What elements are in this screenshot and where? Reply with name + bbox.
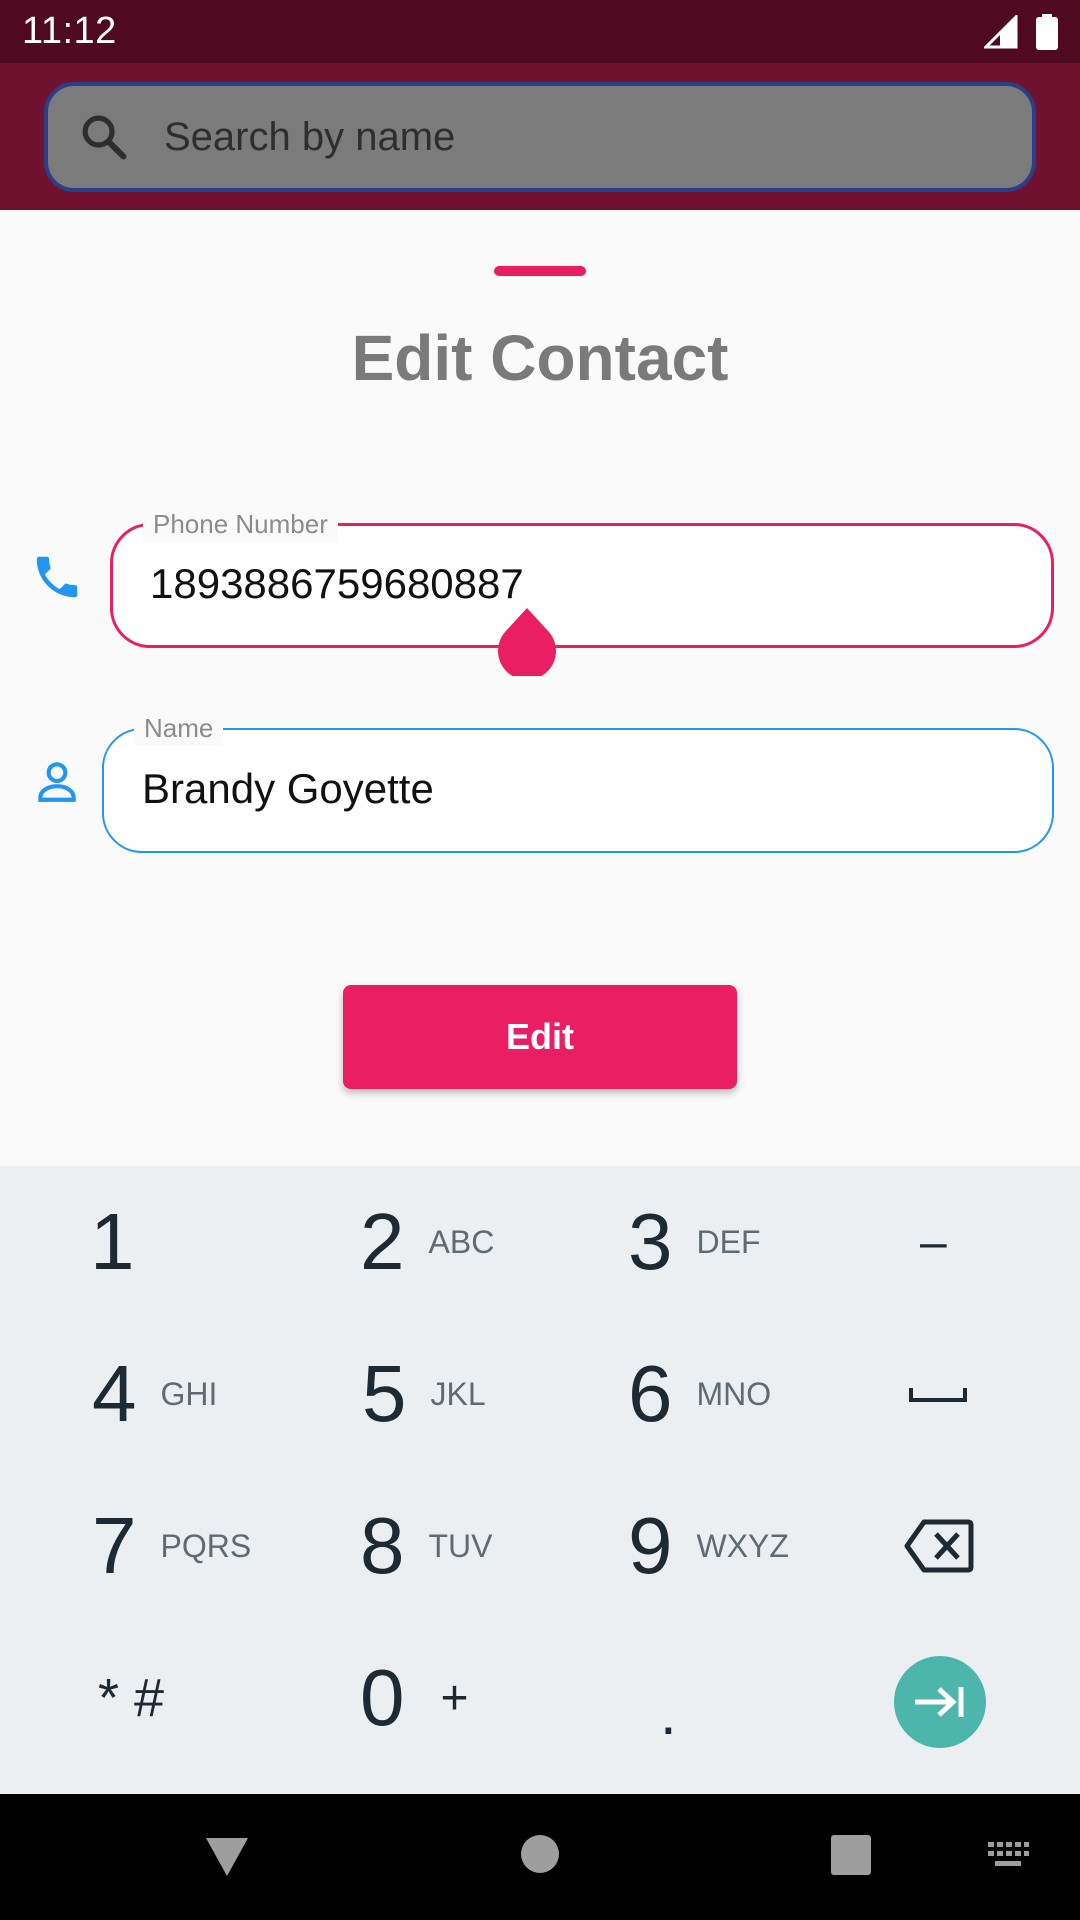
key-dash[interactable]: – — [920, 1166, 1040, 1318]
name-label: Name — [134, 710, 224, 746]
key-0[interactable]: 0 + — [360, 1622, 630, 1774]
key-2[interactable]: 2 ABC — [360, 1166, 630, 1318]
key-star-hash[interactable]: * # — [98, 1622, 368, 1774]
key-7[interactable]: 7 PQRS — [92, 1470, 362, 1622]
key-letters: DEF — [696, 1223, 761, 1260]
key-digit: 1 — [90, 1197, 135, 1286]
key-letters: TUV — [428, 1527, 493, 1564]
key-digit: 4 — [92, 1349, 137, 1438]
key-letters: MNO — [696, 1375, 772, 1412]
key-symbol: * # — [98, 1668, 165, 1728]
key-dot[interactable]: . — [660, 1622, 780, 1774]
space-icon — [909, 1388, 967, 1402]
key-digit: 9 — [628, 1501, 673, 1590]
key-9[interactable]: 9 WXYZ — [628, 1470, 898, 1622]
key-digit: 5 — [362, 1349, 407, 1438]
next-field-icon — [915, 1687, 964, 1717]
key-digit: 2 — [360, 1197, 405, 1286]
navigation-bar — [0, 1794, 1080, 1920]
key-5[interactable]: 5 JKL — [362, 1318, 632, 1470]
key-1[interactable]: 1 — [90, 1166, 360, 1318]
keyboard-switch-icon[interactable] — [986, 1840, 1030, 1870]
signal-icon — [984, 14, 1018, 48]
key-letters: JKL — [430, 1375, 486, 1412]
drag-handle[interactable] — [494, 266, 586, 276]
phone-number-value[interactable]: 1893886759680887 — [150, 560, 524, 608]
name-value[interactable]: Brandy Goyette — [142, 765, 434, 813]
key-digit: 7 — [92, 1501, 137, 1590]
search-input[interactable] — [162, 113, 962, 161]
key-letters: WXYZ — [696, 1527, 789, 1564]
edit-button[interactable]: Edit — [343, 985, 737, 1089]
key-digit: 6 — [628, 1349, 673, 1438]
key-digit: 0 — [360, 1653, 405, 1742]
key-digit: 8 — [360, 1501, 405, 1590]
key-4[interactable]: 4 GHI — [92, 1318, 362, 1470]
search-icon — [82, 115, 127, 160]
key-symbol: – — [920, 1215, 947, 1269]
key-symbol: . — [660, 1679, 677, 1747]
next-field-button[interactable] — [894, 1656, 986, 1748]
status-icons — [984, 13, 1058, 50]
key-8[interactable]: 8 TUV — [360, 1470, 630, 1622]
phone-number-field[interactable]: Phone Number 1893886759680887 — [110, 506, 1054, 648]
backspace-icon — [904, 1519, 974, 1573]
numeric-keyboard: 1 2 ABC 3 DEF – 4 GHI 5 JKL 6 MNO 7 PQRS… — [0, 1166, 1080, 1794]
back-icon[interactable] — [204, 1836, 250, 1878]
key-letters: ABC — [428, 1223, 495, 1260]
status-bar: 11:12 — [0, 0, 1080, 63]
phone-number-label: Phone Number — [143, 506, 338, 542]
key-space[interactable] — [908, 1318, 1028, 1470]
search-box[interactable] — [44, 82, 1036, 192]
status-time: 11:12 — [22, 10, 117, 52]
key-letters: PQRS — [160, 1527, 252, 1564]
key-3[interactable]: 3 DEF — [628, 1166, 898, 1318]
home-icon[interactable] — [520, 1834, 560, 1874]
battery-icon — [1036, 13, 1058, 50]
key-6[interactable]: 6 MNO — [628, 1318, 898, 1470]
key-backspace[interactable] — [904, 1470, 1024, 1622]
sheet-title: Edit Contact — [351, 322, 729, 394]
recents-icon[interactable] — [830, 1834, 872, 1876]
name-field[interactable]: Name Brandy Goyette — [102, 710, 1054, 853]
key-letters: + — [440, 1671, 469, 1725]
text-cursor-handle[interactable] — [497, 606, 557, 676]
key-letters: GHI — [160, 1375, 218, 1412]
key-digit: 3 — [628, 1197, 673, 1286]
person-icon — [38, 762, 76, 802]
phone-icon — [36, 556, 78, 598]
app-bar — [0, 63, 1080, 210]
